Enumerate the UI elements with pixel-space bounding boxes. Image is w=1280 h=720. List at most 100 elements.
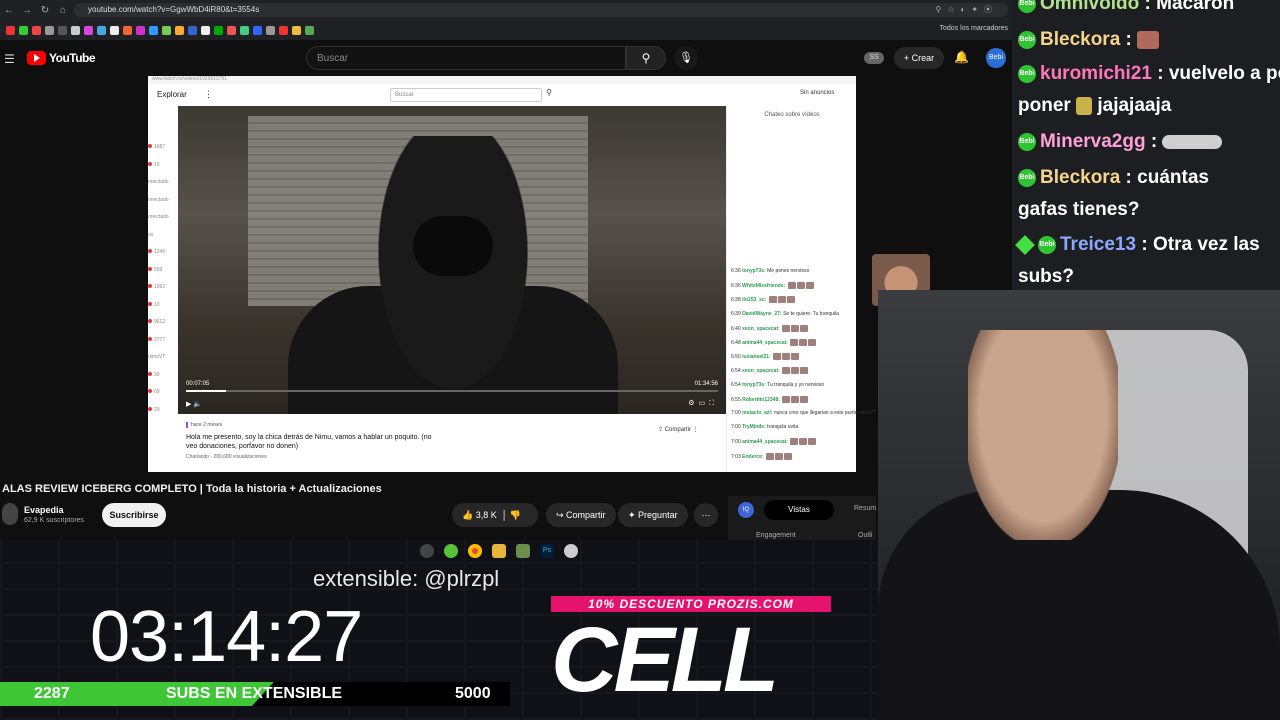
emote-icon [800,367,809,375]
bookmarks-bar: Todos los marcadores [0,20,1012,40]
chat-badge-icon: Bebi [1018,132,1036,151]
youtube-logo[interactable]: YouTube [27,51,96,65]
like-count: 3,8 K [475,510,497,520]
chat-header: Chateo sobre vídeos [764,112,820,118]
stream-timer: 03:14:27 [90,597,363,677]
bookmark-icon[interactable] [136,25,145,35]
bookmark-icon[interactable] [305,25,314,35]
time-total: 01:34:56 [694,381,718,387]
emote-icon [1137,30,1160,49]
chat-text: nunca creo que llegarian a este punto ni… [773,410,877,416]
twitch-share-button: ⇪ Compartir ⋮ [658,427,699,433]
bookmark-icon[interactable] [292,25,301,35]
tab-resumen[interactable]: Resum [854,505,876,512]
bookmark-icon[interactable] [188,25,197,35]
search-input[interactable]: Buscar [306,46,626,70]
search-icon[interactable]: ⚲ [626,46,666,70]
more-actions-icon[interactable]: ⋯ [694,503,718,527]
bookmark-icon[interactable] [58,25,67,35]
chat-username: Bleckora [1040,167,1121,188]
live-dot-icon [148,371,152,376]
channel-name[interactable]: Evapedia [24,505,64,515]
bookmark-icon[interactable] [32,25,41,35]
twitch-views: Charlando · 280.680 visualizaciones [186,454,267,460]
forward-icon[interactable]: → [18,5,36,16]
chat-user: xeon_spacecat: [742,325,782,332]
bookmark-icon[interactable] [123,25,132,35]
tab-vistas[interactable]: Vistas [764,500,834,520]
chat-username: Bleckora [1040,29,1121,50]
bookmark-icon[interactable] [45,25,54,35]
bookmark-icon[interactable] [162,25,171,35]
like-button[interactable]: 👍 3,8 K │ 👎 [452,503,538,527]
share-button[interactable]: ↪ Compartir [546,503,616,527]
emote-icon [790,438,799,446]
bookmark-icon[interactable] [97,25,106,35]
back-icon[interactable]: ← [0,5,18,16]
chat-badge-icon: Bebi [1018,30,1036,49]
app-other-icon[interactable] [564,544,578,558]
bookmark-icon[interactable] [201,25,210,35]
app-spotify-icon[interactable] [444,544,458,558]
bookmark-icon[interactable] [227,25,236,35]
live-dot-icon [148,144,152,148]
bookmark-icon[interactable] [71,25,80,35]
app-photoshop-icon[interactable]: Ps [540,544,554,558]
bookmark-icon[interactable] [84,25,93,35]
channel-avatar[interactable] [2,503,18,525]
app-folder-icon[interactable] [492,544,506,558]
chat-time: 6:50 [731,354,743,361]
chat-time: 7:00 [731,439,743,446]
live-dot-icon [148,336,152,341]
emote-icon [791,324,800,332]
bookmark-icon[interactable] [214,25,223,35]
address-text: youtube.com/watch?v=GgwWbD4iR80&t=3554s [88,5,260,14]
reload-icon[interactable]: ↻ [36,5,54,16]
bookmarks-folder[interactable]: Todos los marcadores [940,25,1008,32]
home-icon[interactable]: ⌂ [54,5,72,16]
chat-message: Bebi Bleckora : cuántas [1018,167,1209,188]
engagement-label: Engagement [756,532,796,539]
chat-text: Otra vez las [1152,234,1260,255]
bookmark-icon[interactable] [6,25,15,35]
chat-user: WhiteMissfriends: [742,283,787,290]
emote-icon [791,353,800,361]
video-player-twitch-capture[interactable]: www.twitch.tv/videos/1029613751 Explorar… [148,76,876,472]
chat-message: Bebi Minerva2gg : [1018,126,1223,158]
notifications-bell-icon[interactable]: 🔔 [954,50,969,64]
create-button[interactable]: + Crear [894,47,944,69]
bookmark-icon[interactable] [110,25,119,35]
chat-time: 6:48 [731,339,743,346]
subscribe-button[interactable]: Suscribirse [102,503,166,527]
live-dot-icon [148,161,152,166]
emote-icon [774,452,783,460]
chat-username: Omnivoido [1040,0,1140,14]
chat-time: 6:55 [731,396,743,403]
bookmark-icon[interactable] [175,25,184,35]
app-obs-icon[interactable] [420,544,434,558]
chat-user: anima44_spacecat: [742,339,790,346]
microphone-icon[interactable]: 🎙 [674,46,698,70]
subscriber-count: 62,9 K suscriptores [24,517,84,524]
twitch-chat-message: 6:50 lusianeel21: [731,353,800,361]
video-title: ALAS REVIEW ICEBERG COMPLETO | Toda la h… [2,483,382,495]
emote-icon [782,395,791,403]
sidebar-channel-count: 1992 [148,284,165,290]
bookmark-icon[interactable] [253,25,262,35]
bookmark-icon[interactable] [19,25,28,35]
ask-button[interactable]: ✦ Preguntar [618,503,688,527]
app-chrome-icon[interactable] [468,544,482,558]
analytics-icon[interactable]: IQ [738,502,754,518]
chat-time: 7:00 [731,424,743,431]
twitch-chat-message: 6:55 Robertito12348: [731,395,809,403]
bookmark-icon[interactable] [240,25,249,35]
avatar[interactable]: Bebi [986,48,1006,68]
address-bar[interactable]: youtube.com/watch?v=GgwWbD4iR80&t=3554s … [74,3,1008,17]
bookmark-icon[interactable] [149,25,158,35]
share-label: Compartir [566,510,606,520]
bookmark-icon[interactable] [279,25,288,35]
app-minecraft-icon[interactable] [516,544,530,558]
bookmark-icon[interactable] [266,25,275,35]
hamburger-menu-icon[interactable]: ☰ [4,52,15,66]
embed-url: www.twitch.tv/videos/1029613751 [148,76,856,84]
